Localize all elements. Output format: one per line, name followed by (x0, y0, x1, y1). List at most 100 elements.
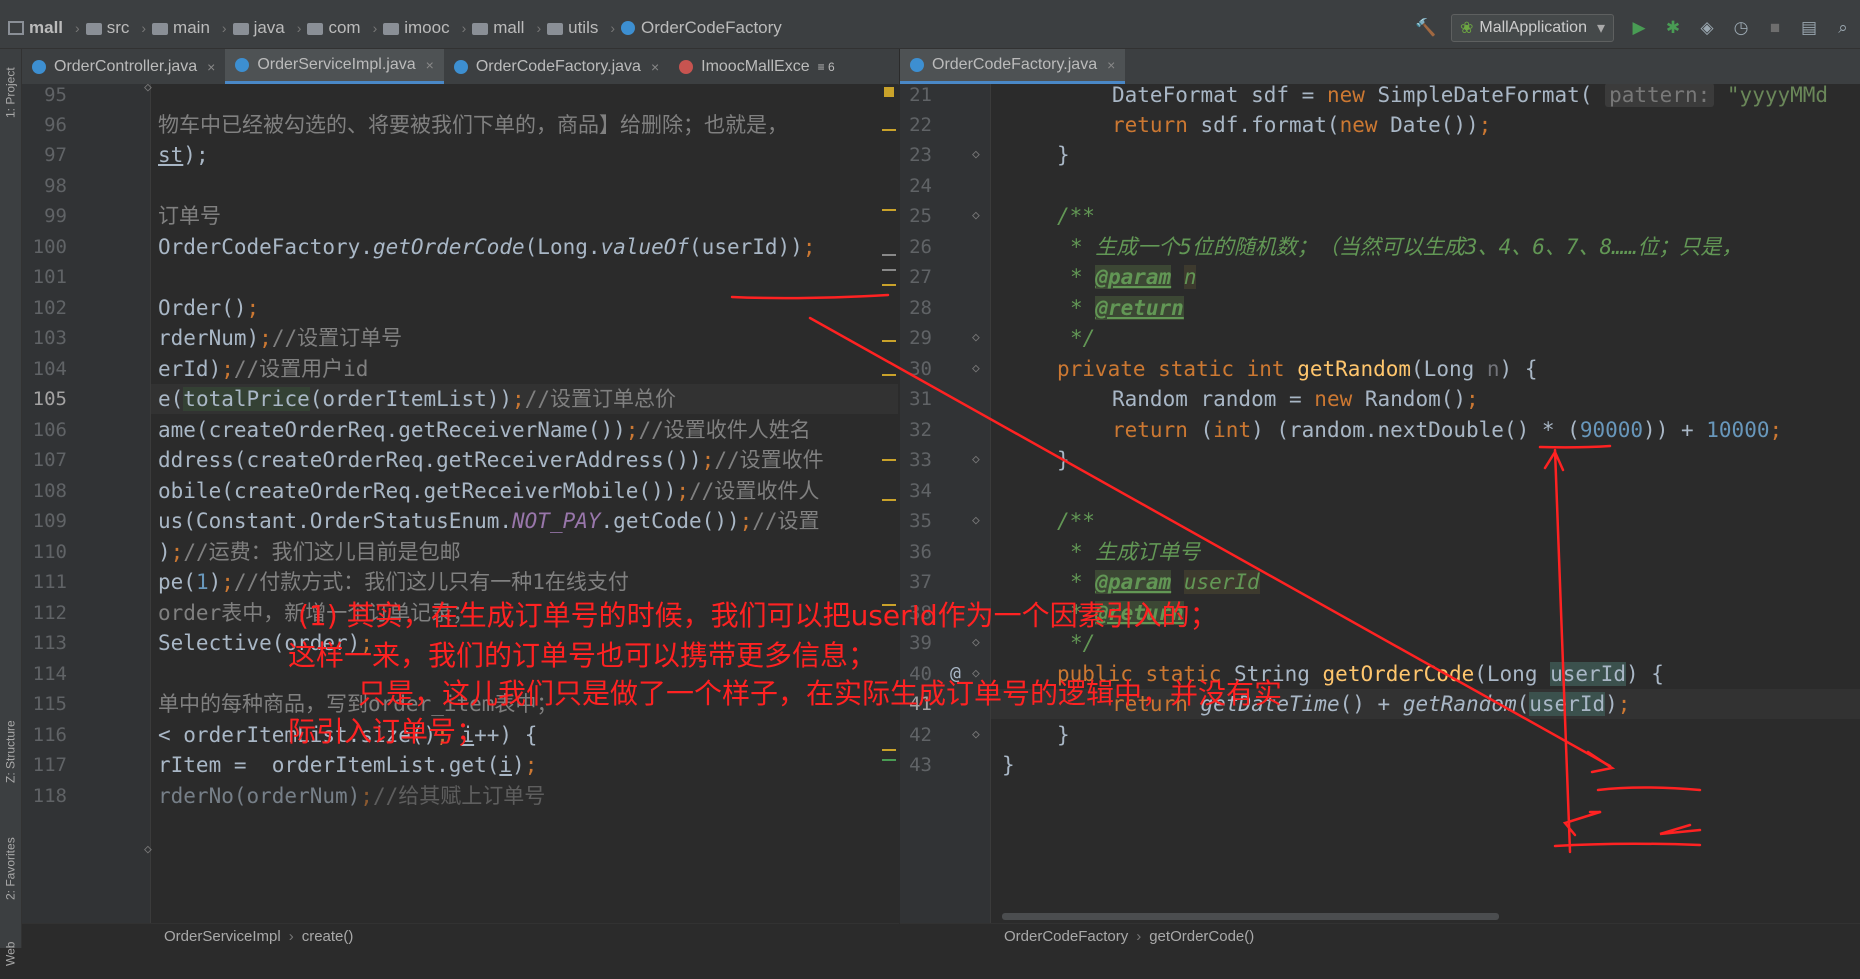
fold-marker-icon[interactable]: ◇ (972, 323, 980, 353)
profile-icon[interactable]: ◷ (1729, 16, 1753, 40)
breadcrumb-item[interactable]: mall (8, 18, 63, 38)
code-line: return sdf.format(new Date()); (1112, 113, 1492, 137)
project-structure-icon[interactable]: ▤ (1797, 16, 1821, 40)
scroll-marker[interactable] (882, 759, 896, 761)
favorites-tool-tab[interactable]: 2: Favorites (0, 819, 21, 919)
code-line: * @return (1070, 296, 1184, 320)
code-line: DateFormat sdf = new SimpleDateFormat( p… (1112, 84, 1829, 107)
scroll-marker[interactable] (882, 459, 896, 461)
code-line: 单中的每种商品，写到order_item表中； (158, 692, 558, 716)
fold-marker-icon[interactable]: ◇ (972, 628, 980, 658)
fold-marker-icon[interactable]: ◇ (144, 842, 152, 857)
code-line: /** (1057, 204, 1095, 228)
folder-icon (232, 23, 249, 35)
chevron-down-icon: ▾ (1596, 20, 1605, 37)
code-line: erId);//设置用户id (158, 357, 369, 381)
fold-marker-icon[interactable]: ◇ (972, 659, 980, 689)
fold-marker-icon[interactable]: ◇ (972, 354, 980, 384)
close-icon[interactable]: × (651, 59, 659, 75)
code-line: } (1057, 723, 1070, 747)
scroll-marker[interactable] (882, 254, 896, 256)
breadcrumb-item[interactable]: › utils (530, 18, 598, 38)
run-icon[interactable]: ▶ (1627, 16, 1651, 40)
breadcrumb-item[interactable]: › src (69, 18, 129, 38)
fold-marker-icon[interactable]: ◇ (144, 84, 152, 95)
scroll-marker[interactable] (882, 499, 896, 501)
code-line: * @param n (1070, 265, 1197, 289)
code-line: Order(); (158, 296, 260, 320)
web-tool-tab[interactable]: Web (0, 929, 21, 979)
scroll-marker[interactable] (882, 340, 896, 342)
code-line: 订单号 (158, 204, 221, 228)
code-line: * @return (1070, 601, 1184, 625)
breadcrumb-item[interactable]: › com (291, 18, 361, 38)
line-number-gutter: 95 96 97 98 99 100 101 102 103 104 105 1… (22, 84, 151, 923)
code-line: */ (1070, 326, 1096, 350)
code-line: rderNum);//设置订单号 (158, 326, 403, 350)
folder-icon (547, 23, 564, 35)
breadcrumb-item[interactable]: › OrderCodeFactory (604, 18, 781, 38)
fold-marker-icon[interactable]: ◇ (972, 201, 980, 231)
fold-marker-icon[interactable]: ◇ (972, 445, 980, 475)
tab-order-controller[interactable]: OrderController.java × (22, 49, 225, 84)
breadcrumb-item[interactable]: › mall (456, 18, 525, 38)
folder-icon (85, 23, 102, 35)
scroll-marker[interactable] (882, 374, 896, 376)
structure-tool-tab[interactable]: Z: Structure (0, 699, 21, 804)
breadcrumb-item[interactable]: › main (135, 18, 210, 38)
close-icon[interactable]: × (1107, 57, 1115, 73)
run-toolbar: 🔨 ❀ MallApplication ▾ ▶ ✱ ◈ ◷ ■ ▤ ⌕ (1409, 8, 1860, 48)
scroll-marker[interactable] (882, 749, 896, 751)
class-icon (621, 21, 636, 35)
run-config-select[interactable]: ❀ MallApplication ▾ (1450, 14, 1614, 42)
code-line: /** (1057, 509, 1095, 533)
fold-marker-icon[interactable]: ◇ (972, 506, 980, 536)
tab-imooc-mall-exception[interactable]: ImoocMallExce (669, 49, 813, 84)
code-line: public static String getOrderCode(Long u… (1057, 662, 1664, 686)
left-code-editor[interactable]: 95 96 97 98 99 100 101 102 103 104 105 1… (22, 84, 898, 923)
scroll-marker[interactable] (882, 604, 896, 606)
code-line: private static int getRandom(Long n) { (1057, 357, 1538, 381)
scroll-marker[interactable] (882, 209, 896, 211)
scroll-marker[interactable] (882, 284, 896, 286)
fold-marker-icon[interactable]: ◇ (972, 140, 980, 170)
module-icon (8, 21, 24, 35)
left-tool-strip: 1: Project Z: Structure 2: Favorites Web (0, 49, 22, 966)
close-icon[interactable]: × (426, 57, 434, 73)
close-icon[interactable]: × (207, 59, 215, 75)
code-line: * @param userId (1070, 570, 1260, 594)
right-structure-breadcrumb: OrderCodeFactory › getOrderCode() (900, 923, 1860, 948)
tab-order-code-factory-right[interactable]: OrderCodeFactory.java × (900, 49, 1126, 84)
tab-order-code-factory[interactable]: OrderCodeFactory.java × (444, 49, 669, 84)
coverage-icon[interactable]: ◈ (1695, 16, 1719, 40)
code-line: * 生成订单号 (1070, 540, 1201, 564)
code-line: < orderItemList.size(); i++) { (158, 723, 538, 747)
build-hammer-icon[interactable]: 🔨 (1414, 16, 1438, 40)
scroll-marker[interactable] (882, 269, 896, 271)
class-icon (32, 59, 46, 74)
code-line: rItem = orderItemList.get(i); (158, 753, 538, 777)
right-code-editor[interactable]: 21 22 23 24 25 26 27 28 29 30 31 32 33 3… (900, 84, 1860, 923)
warning-marker[interactable] (884, 87, 894, 97)
right-editor-tabs: OrderCodeFactory.java × (900, 49, 1860, 85)
tab-overflow-button[interactable]: ≡ 6 (814, 49, 839, 84)
override-at-icon[interactable]: @ (950, 659, 961, 689)
project-tool-tab[interactable]: 1: Project (0, 53, 21, 133)
code-line: * 生成一个5位的随机数；（当然可以生成3、4、6、7、8……位；只是， (1070, 235, 1743, 259)
menu-bar (0, 0, 1860, 8)
class-icon (910, 58, 924, 72)
scroll-marker[interactable] (882, 129, 896, 131)
stop-icon[interactable]: ■ (1763, 16, 1787, 40)
horizontal-scrollbar[interactable] (1002, 913, 1499, 920)
breadcrumb-item[interactable]: › imooc (367, 18, 450, 38)
search-icon[interactable]: ⌕ (1831, 16, 1855, 40)
code-line-current: return getDateTime() + getRandom(userId)… (991, 689, 1860, 719)
left-structure-breadcrumb: OrderServiceImpl › create() (22, 923, 899, 948)
breadcrumb-item[interactable]: › java (216, 18, 285, 38)
code-line: ame(createOrderReq.getReceiverName());//… (158, 418, 811, 442)
folder-icon (152, 23, 169, 35)
fold-marker-icon[interactable]: ◇ (972, 720, 980, 750)
debug-icon[interactable]: ✱ (1661, 16, 1685, 40)
folder-icon (383, 23, 400, 35)
tab-order-service-impl[interactable]: OrderServiceImpl.java × (225, 49, 444, 84)
